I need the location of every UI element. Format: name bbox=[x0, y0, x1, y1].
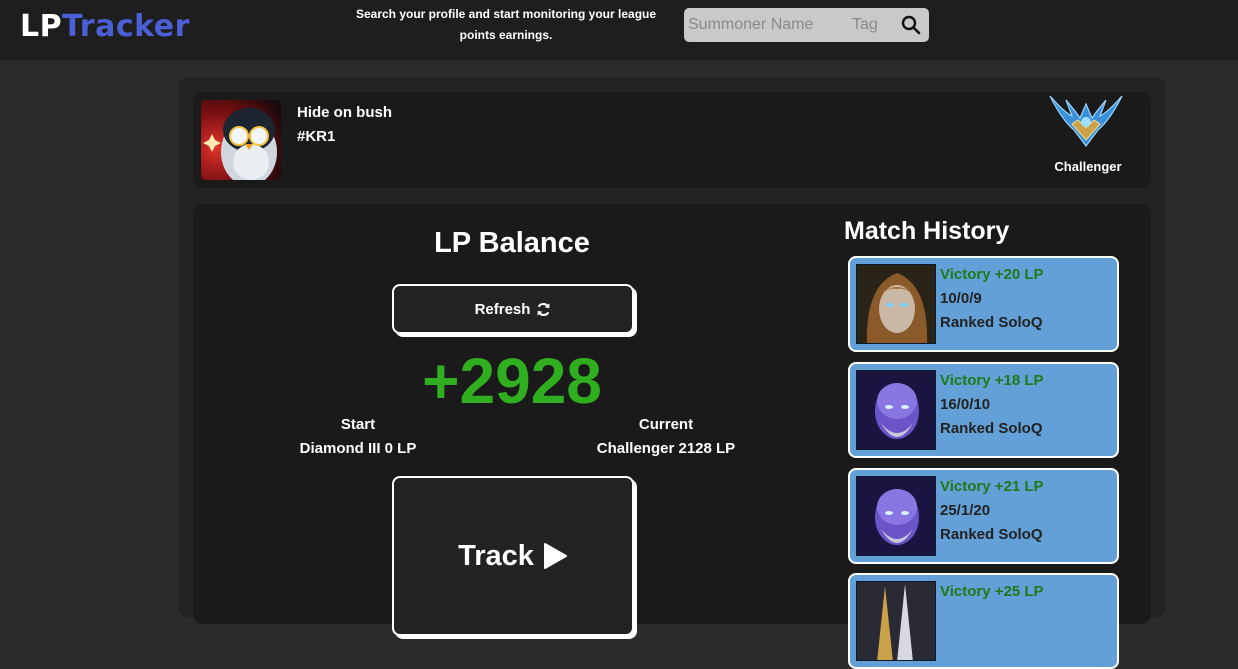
search-icon bbox=[901, 15, 921, 35]
champion-portrait-icon bbox=[856, 264, 936, 344]
challenger-emblem-icon bbox=[1044, 90, 1128, 152]
match-result: Victory +20 LP bbox=[940, 266, 1044, 283]
match-card[interactable]: Victory +25 LP bbox=[848, 573, 1119, 669]
champion-portrait-icon bbox=[856, 370, 936, 450]
start-label: Start bbox=[340, 416, 376, 433]
champion-portrait-icon bbox=[856, 476, 936, 556]
match-queue: Ranked SoloQ bbox=[940, 420, 1043, 437]
tag-input[interactable] bbox=[852, 8, 894, 42]
logo-tracker-text: Tracker bbox=[62, 9, 190, 44]
refresh-button[interactable]: Refresh bbox=[392, 284, 634, 334]
profile-avatar bbox=[201, 100, 281, 180]
match-queue: Ranked SoloQ bbox=[940, 526, 1043, 543]
lp-balance-title: LP Balance bbox=[434, 227, 590, 259]
current-value: Challenger 2128 LP bbox=[596, 440, 736, 457]
track-label: Track bbox=[458, 539, 534, 572]
start-value: Diamond III 0 LP bbox=[299, 440, 417, 457]
search-bar bbox=[684, 8, 929, 42]
search-button[interactable] bbox=[900, 14, 922, 36]
match-history-title: Match History bbox=[844, 217, 1010, 245]
lp-balance-value: +2928 bbox=[422, 345, 602, 417]
logo-lp-text: LP bbox=[20, 9, 63, 44]
rank-label: Challenger bbox=[1054, 159, 1122, 174]
track-button[interactable]: Track bbox=[392, 476, 634, 636]
summoner-name-input[interactable] bbox=[688, 8, 848, 42]
tagline: Search your profile and start monitoring… bbox=[355, 7, 657, 42]
top-bar: LPTracker Search your profile and start … bbox=[0, 0, 1238, 60]
refresh-label: Refresh bbox=[474, 300, 531, 318]
match-card[interactable]: Victory +21 LP 25/1/20 Ranked SoloQ bbox=[848, 468, 1119, 564]
logo[interactable]: LPTracker bbox=[20, 9, 190, 44]
current-label: Current bbox=[638, 416, 694, 433]
match-result: Victory +18 LP bbox=[940, 372, 1044, 389]
champion-portrait-icon bbox=[856, 581, 936, 661]
summoner-tag: #KR1 bbox=[297, 128, 336, 145]
match-queue: Ranked SoloQ bbox=[940, 314, 1043, 331]
match-card[interactable]: Victory +20 LP 10/0/9 Ranked SoloQ bbox=[848, 256, 1119, 352]
match-result: Victory +25 LP bbox=[940, 583, 1044, 600]
penguin-avatar-icon bbox=[201, 100, 281, 180]
match-kda: 25/1/20 bbox=[940, 502, 991, 519]
match-kda: 10/0/9 bbox=[940, 290, 982, 307]
summoner-name: Hide on bush bbox=[297, 104, 392, 121]
play-icon bbox=[543, 543, 567, 569]
match-card[interactable]: Victory +18 LP 16/0/10 Ranked SoloQ bbox=[848, 362, 1119, 458]
refresh-icon bbox=[537, 302, 551, 316]
match-kda: 16/0/10 bbox=[940, 396, 991, 413]
match-result: Victory +21 LP bbox=[940, 478, 1044, 495]
